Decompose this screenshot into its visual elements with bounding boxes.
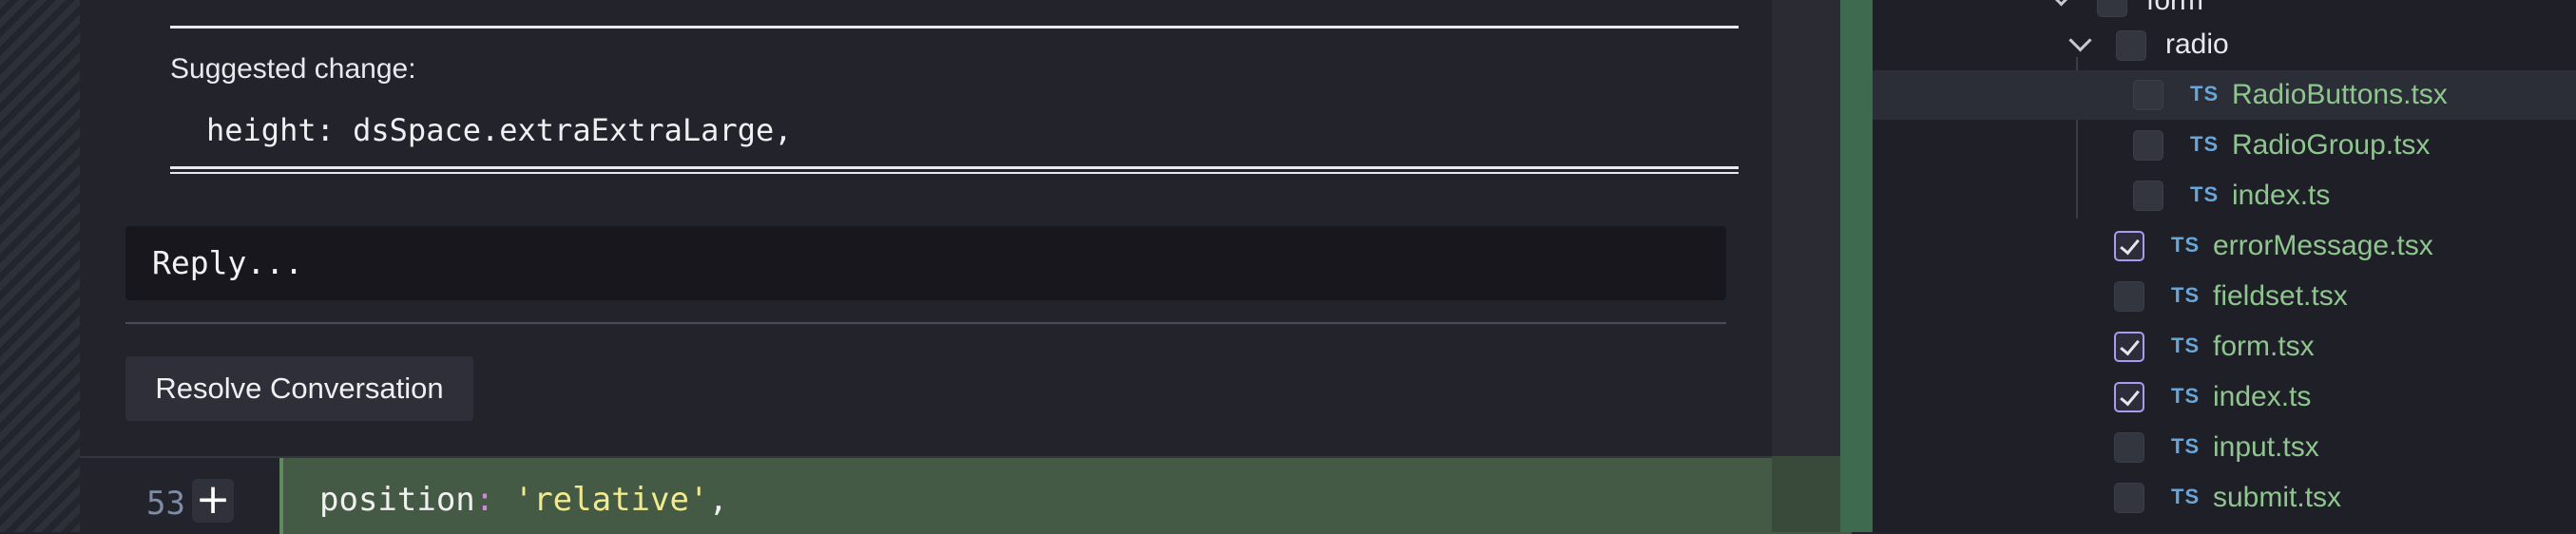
folder-name: radio [2165,29,2229,60]
file-item[interactable]: TS fieldset.tsx [1873,272,2576,321]
panel-gutter [1772,0,1840,532]
file-name: RadioButtons.tsx [2232,79,2448,110]
code-comma: , [708,481,728,519]
file-name: errorMessage.tsx [2213,230,2433,261]
add-comment-plus-icon[interactable]: + [192,479,234,523]
folder-checkbox[interactable] [2097,0,2127,17]
suggested-change-label: Suggested change: [170,53,416,85]
typescript-icon: TS [2190,82,2220,105]
file-item[interactable]: TS index.ts [1873,171,2576,220]
chevron-down-icon [2049,0,2073,7]
typescript-icon: TS [2171,233,2201,257]
code-key: position [319,481,475,519]
typescript-icon: TS [2171,434,2201,458]
typescript-icon: TS [2190,182,2220,206]
file-item[interactable]: TS form.tsx [1873,322,2576,372]
file-checkbox[interactable] [2133,181,2163,211]
file-name: fieldset.tsx [2213,280,2348,312]
file-name: RadioGroup.tsx [2232,129,2431,161]
file-checkbox[interactable] [2114,281,2144,312]
file-checkbox-checked[interactable] [2114,382,2144,412]
code-text: position: 'relative', [319,481,728,519]
suggestion-bottom-border [170,166,1739,169]
reply-input[interactable]: Reply... [125,226,1726,300]
file-checkbox[interactable] [2133,80,2163,110]
chevron-down-icon [2068,29,2092,52]
file-checkbox[interactable] [2133,130,2163,161]
typescript-icon: TS [2171,334,2201,357]
file-item[interactable]: TS RadioButtons.tsx [1873,70,2576,120]
typescript-icon: TS [2190,132,2220,156]
file-name: form.tsx [2213,331,2315,362]
file-item[interactable]: TS errorMessage.tsx [1873,221,2576,271]
reply-placeholder: Reply... [152,244,303,281]
resolve-conversation-button[interactable]: Resolve Conversation [125,356,473,421]
divider [125,322,1726,324]
file-checkbox-checked[interactable] [2114,231,2144,261]
folder-name: form [2146,0,2203,16]
added-line-marker [279,458,283,534]
file-item[interactable]: TS input.tsx [1873,423,2576,472]
diff-panel: Suggested change: height: dsSpace.extraE… [80,0,1852,534]
file-name: input.tsx [2213,431,2319,463]
suggestion-top-border [170,26,1739,29]
code-string: 'relative' [513,481,709,519]
gutter-added-segment [1772,456,1840,532]
file-checkbox-checked[interactable] [2114,332,2144,362]
typescript-icon: TS [2171,485,2201,508]
suggestion-bottom-border-2 [170,172,1739,174]
review-comment-thread: Suggested change: height: dsSpace.extraE… [80,0,1772,456]
folder-checkbox[interactable] [2116,30,2146,61]
file-item[interactable]: TS submit.tsx [1873,473,2576,523]
panel-resize-handle[interactable] [1840,0,1873,532]
diff-code-line: 53 + position: 'relative', [80,456,1852,534]
file-item[interactable]: TS RadioGroup.tsx [1873,121,2576,170]
collapsed-panel-stripes [0,0,80,532]
file-checkbox[interactable] [2114,432,2144,463]
code-colon: : [474,481,495,519]
file-item[interactable]: TS index.ts [1873,372,2576,422]
typescript-icon: TS [2171,283,2201,307]
line-number: 53 [146,485,185,523]
file-name: index.ts [2232,180,2331,211]
folder-radio[interactable]: radio [1873,21,2576,70]
file-checkbox[interactable] [2114,483,2144,513]
file-name: index.ts [2213,381,2312,412]
file-tree: form radio TS RadioButtons.tsx TS RadioG… [1873,0,2576,532]
suggested-change-code: height: dsSpace.extraExtraLarge, [206,112,793,148]
file-name: submit.tsx [2213,482,2342,513]
added-line[interactable]: position: 'relative', [279,458,1852,534]
typescript-icon: TS [2171,384,2201,408]
